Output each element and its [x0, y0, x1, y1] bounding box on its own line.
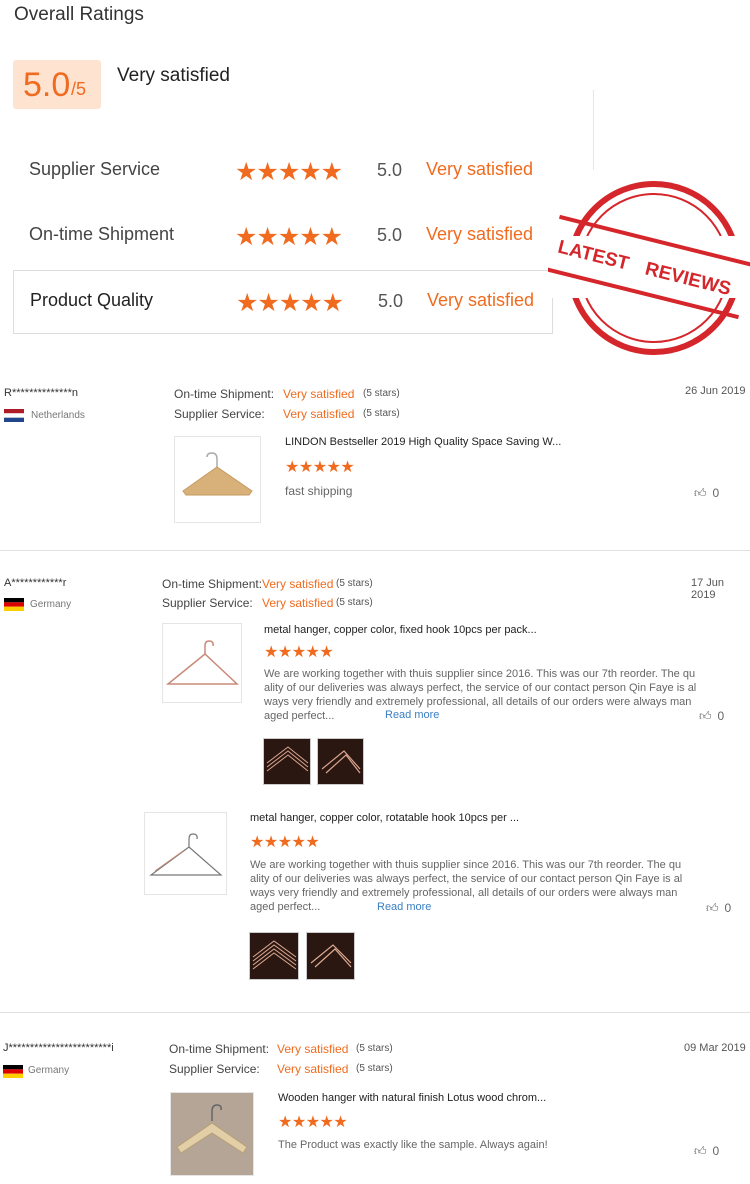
product-star-rating: ★★★★★ [264, 644, 334, 661]
shipment-label: On-time Shipment: [169, 1042, 270, 1056]
rating-text: Very satisfied [427, 290, 535, 310]
star-rating: ★★★★★ [235, 158, 343, 186]
reviewer-name: A************r [4, 577, 67, 589]
like-count: 0 [712, 1144, 720, 1158]
review-date: 26 Jun 2019 [685, 385, 746, 397]
service-value: Very satisfied [262, 596, 334, 610]
wooden-hanger-photo-icon [176, 1104, 248, 1154]
shipment-stars: (5 stars) [336, 578, 373, 589]
product-title-link[interactable]: metal hanger, copper color, fixed hook 1… [264, 624, 537, 636]
product-star-rating: ★★★★★ [285, 459, 355, 476]
latest-reviews-stamp: LATEST REVIEWS [548, 181, 750, 355]
germany-flag-icon [3, 1065, 23, 1078]
product-title-link[interactable]: Wooden hanger with natural finish Lotus … [278, 1092, 546, 1104]
like-button[interactable]: 👍︎ 0 [694, 1144, 719, 1159]
copper-hangers-photo-icon [266, 746, 309, 772]
copper-hangers-photo-icon [310, 944, 352, 968]
copper-hanger-icon [149, 833, 223, 876]
copper-hanger-icon [165, 640, 239, 685]
thumbs-up-icon: 👍︎ [699, 709, 712, 723]
review-comment: We are working together with thuis suppl… [264, 668, 697, 722]
thumbs-up-icon: 👍︎ [694, 1144, 707, 1158]
wooden-hanger-icon [182, 452, 253, 496]
rating-value: 5.0 [377, 160, 403, 180]
service-label: Supplier Service: [162, 596, 253, 610]
rating-text: Very satisfied [426, 224, 534, 244]
star-rating: ★★★★★ [236, 289, 344, 317]
service-stars: (5 stars) [356, 1063, 393, 1074]
rating-label: Supplier Service [29, 159, 161, 179]
like-button[interactable]: 👍︎ 0 [694, 486, 719, 501]
like-count: 0 [724, 901, 732, 915]
shipment-stars: (5 stars) [363, 388, 400, 399]
shipment-value: Very satisfied [283, 387, 355, 401]
rating-row-product-quality: Product Quality ★★★★★ 5.0 Very satisfied [13, 270, 553, 334]
review-comment: fast shipping [285, 484, 353, 498]
review-photo[interactable] [306, 932, 355, 980]
rating-label: On-time Shipment [29, 224, 175, 244]
review-divider [0, 550, 750, 551]
copper-hangers-photo-icon [321, 750, 361, 774]
review-photo[interactable] [249, 932, 299, 980]
like-button[interactable]: 👍︎ 0 [699, 709, 724, 724]
star-rating: ★★★★★ [235, 223, 343, 251]
product-thumbnail[interactable] [162, 623, 242, 703]
product-star-rating: ★★★★★ [250, 834, 320, 851]
rating-text: Very satisfied [426, 159, 534, 179]
review-date: 17 Jun 2019 [691, 577, 725, 601]
read-more-link[interactable]: Read more [385, 709, 439, 721]
rating-label: Product Quality [30, 290, 154, 310]
copper-hangers-photo-icon [252, 940, 297, 970]
netherlands-flag-icon [4, 409, 24, 422]
page-title: Overall Ratings [14, 4, 144, 25]
shipment-value: Very satisfied [262, 577, 334, 591]
review-photo[interactable] [317, 738, 364, 785]
rating-row-supplier-service: Supplier Service ★★★★★ 5.0 Very satisfie… [13, 140, 553, 204]
service-value: Very satisfied [283, 407, 355, 421]
product-title-link[interactable]: LINDON Bestseller 2019 High Quality Spac… [285, 436, 561, 448]
overall-score: 5.0 [23, 66, 71, 104]
thumbs-up-icon: 👍︎ [694, 486, 707, 500]
like-count: 0 [712, 486, 720, 500]
reviewer-name: J************************i [3, 1042, 114, 1054]
service-stars: (5 stars) [363, 408, 400, 419]
shipment-stars: (5 stars) [356, 1043, 393, 1054]
reviewer-country: Netherlands [31, 410, 85, 421]
product-thumbnail[interactable] [174, 436, 261, 523]
rating-value: 5.0 [378, 291, 404, 311]
divider [593, 90, 594, 170]
service-label: Supplier Service: [174, 407, 265, 421]
thumbs-up-icon: 👍︎ [706, 901, 719, 915]
rating-value: 5.0 [377, 225, 403, 245]
review-photo[interactable] [263, 738, 311, 785]
germany-flag-icon [4, 598, 24, 611]
review-divider [0, 1012, 750, 1013]
review-comment: We are working together with thuis suppl… [250, 859, 683, 913]
like-button[interactable]: 👍︎ 0 [706, 901, 731, 916]
review-comment: The Product was exactly like the sample.… [278, 1139, 548, 1151]
product-star-rating: ★★★★★ [278, 1114, 348, 1131]
reviewer-country: Germany [30, 599, 72, 610]
review-date: 09 Mar 2019 [684, 1042, 746, 1054]
overall-score-badge: 5.0 /5 [13, 60, 101, 109]
shipment-value: Very satisfied [277, 1042, 349, 1056]
overall-satisfaction: Very satisfied [117, 65, 230, 86]
service-stars: (5 stars) [336, 597, 373, 608]
like-count: 0 [717, 709, 725, 723]
reviewer-country: Germany [28, 1065, 70, 1076]
overall-score-max: /5 [71, 79, 87, 99]
shipment-label: On-time Shipment: [174, 387, 275, 401]
shipment-label: On-time Shipment: [162, 577, 263, 591]
product-title-link[interactable]: metal hanger, copper color, rotatable ho… [250, 812, 519, 824]
reviewer-name: R**************n [4, 387, 78, 399]
service-label: Supplier Service: [169, 1062, 260, 1076]
product-thumbnail[interactable] [170, 1092, 254, 1176]
rating-row-on-time-shipment: On-time Shipment ★★★★★ 5.0 Very satisfie… [13, 205, 553, 269]
service-value: Very satisfied [277, 1062, 349, 1076]
read-more-link[interactable]: Read more [377, 901, 431, 913]
product-thumbnail[interactable] [144, 812, 227, 895]
